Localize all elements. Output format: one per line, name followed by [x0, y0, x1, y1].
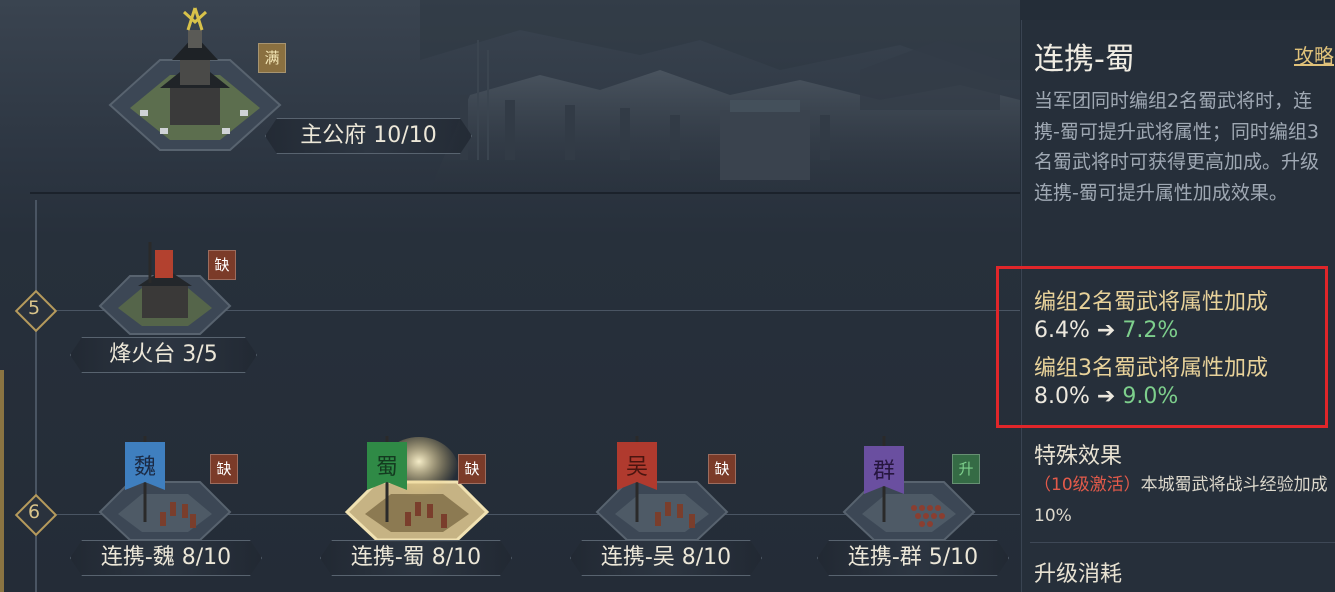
- palace-label: 主公府 10/10: [265, 118, 472, 154]
- special-effect-text: （10级激活）本城蜀武将战斗经验加成10%: [1034, 470, 1330, 532]
- upgrade-cost-title: 升级消耗: [1034, 562, 1123, 587]
- link-wei-label: 连携-魏 8/10: [70, 540, 262, 576]
- ground-line: [30, 192, 1020, 194]
- palace-tag: 满: [258, 43, 286, 73]
- building-beacon-tower[interactable]: 缺 烽火台 3/5: [65, 238, 265, 373]
- beacon-tower-tag: 缺: [208, 250, 236, 280]
- bonus2-label: 编组2名蜀武将属性加成: [1034, 290, 1268, 315]
- bonus3-label: 编组3名蜀武将属性加成: [1034, 356, 1268, 381]
- building-link-wu[interactable]: 吴 缺 连携-吴 8/10: [565, 432, 765, 582]
- bonus2-values: 6.4% ➔ 7.2%: [1034, 318, 1178, 343]
- wu-banner-icon: 吴: [595, 436, 729, 541]
- special-effect-title: 特殊效果: [1034, 444, 1123, 469]
- arrow-icon: ➔: [1096, 318, 1116, 343]
- arrow-icon: ➔: [1096, 384, 1116, 409]
- bonus3-from: 8.0%: [1034, 384, 1090, 409]
- beacon-tower-label: 烽火台 3/5: [70, 337, 257, 373]
- wei-banner-icon: 魏: [98, 436, 232, 541]
- svg-text:魏: 魏: [134, 455, 156, 480]
- panel-title: 连携-蜀: [1034, 42, 1135, 77]
- panel-description: 当军团同时编组2名蜀武将时，连携-蜀可提升武将属性；同时编组3名蜀武将时可获得更…: [1034, 90, 1320, 204]
- bonus2-from: 6.4%: [1034, 318, 1090, 343]
- bonus3-values: 8.0% ➔ 9.0%: [1034, 384, 1178, 409]
- svg-text:吴: 吴: [626, 455, 648, 480]
- building-palace[interactable]: 满 主公府 10/10: [100, 0, 480, 160]
- scroll-indicator[interactable]: [0, 370, 4, 592]
- link-wu-label: 连携-吴 8/10: [570, 540, 762, 576]
- game-screen: 5 6 满 主公府 10/10 缺 烽火台 3/5 魏 缺 连携-魏 8/10 …: [0, 0, 1335, 592]
- link-qun-label: 连携-群 5/10: [817, 540, 1009, 576]
- bonus3-to: 9.0%: [1122, 384, 1179, 409]
- bonus2-to: 7.2%: [1122, 318, 1179, 343]
- building-link-shu[interactable]: 蜀 缺 连携-蜀 8/10: [315, 432, 515, 582]
- row-6-number: 6: [27, 501, 41, 523]
- svg-text:群: 群: [873, 459, 895, 484]
- link-shu-label: 连携-蜀 8/10: [320, 540, 512, 576]
- link-wu-tag: 缺: [708, 454, 736, 484]
- special-activation: （10级激活）: [1034, 475, 1141, 495]
- link-shu-tag: 缺: [458, 454, 486, 484]
- palace-icon: [108, 7, 282, 151]
- qun-banner-icon: 群: [842, 436, 976, 541]
- link-qun-tag: 升: [952, 454, 980, 484]
- shu-banner-icon: 蜀: [344, 436, 490, 542]
- panel-divider: [1030, 542, 1335, 543]
- guide-link[interactable]: 攻略: [1294, 40, 1334, 69]
- building-link-wei[interactable]: 魏 缺 连携-魏 8/10: [65, 432, 265, 582]
- link-wei-tag: 缺: [210, 454, 238, 484]
- svg-text:蜀: 蜀: [376, 455, 398, 480]
- row-5-number: 5: [27, 297, 41, 319]
- building-link-qun[interactable]: 群 升 连携-群 5/10: [812, 432, 1012, 582]
